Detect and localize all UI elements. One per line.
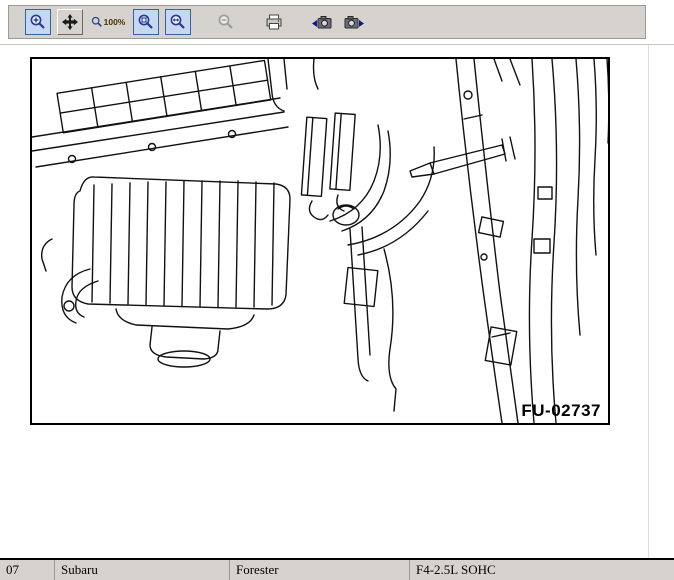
- print-icon: [265, 13, 283, 31]
- zoom-out-button[interactable]: [213, 9, 239, 35]
- diagram-frame: FU-02737: [30, 57, 610, 425]
- zoom-width-button[interactable]: [165, 9, 191, 35]
- diagram-viewport: FU-02737: [0, 45, 648, 558]
- camera-forward-button[interactable]: [341, 9, 367, 35]
- zoom-out-icon: [217, 13, 235, 31]
- zoom-100-button[interactable]: 100%: [89, 9, 127, 35]
- zoom-in-button[interactable]: [25, 9, 51, 35]
- status-model: Forester: [230, 560, 410, 580]
- status-engine: F4-2.5L SOHC: [410, 560, 674, 580]
- pan-button[interactable]: [57, 9, 83, 35]
- zoom-width-icon: [169, 13, 187, 31]
- zoom-fit-icon: [137, 13, 155, 31]
- status-year: 07: [0, 560, 55, 580]
- engine-diagram-drawing: [32, 59, 608, 423]
- zoom-100-icon: [91, 15, 103, 29]
- camera-forward-icon: [343, 13, 365, 31]
- zoom-in-icon: [29, 13, 47, 31]
- content-right-border: [648, 45, 649, 558]
- pan-icon: [61, 13, 79, 31]
- zoom-fit-button[interactable]: [133, 9, 159, 35]
- camera-back-icon: [311, 13, 333, 31]
- camera-back-button[interactable]: [309, 9, 335, 35]
- toolbar: 100%: [8, 5, 646, 39]
- status-bar: 07 Subaru Forester F4-2.5L SOHC: [0, 558, 674, 580]
- figure-code: FU-02737: [521, 401, 601, 421]
- status-make: Subaru: [55, 560, 230, 580]
- print-button[interactable]: [261, 9, 287, 35]
- zoom-100-label: 100%: [104, 17, 126, 27]
